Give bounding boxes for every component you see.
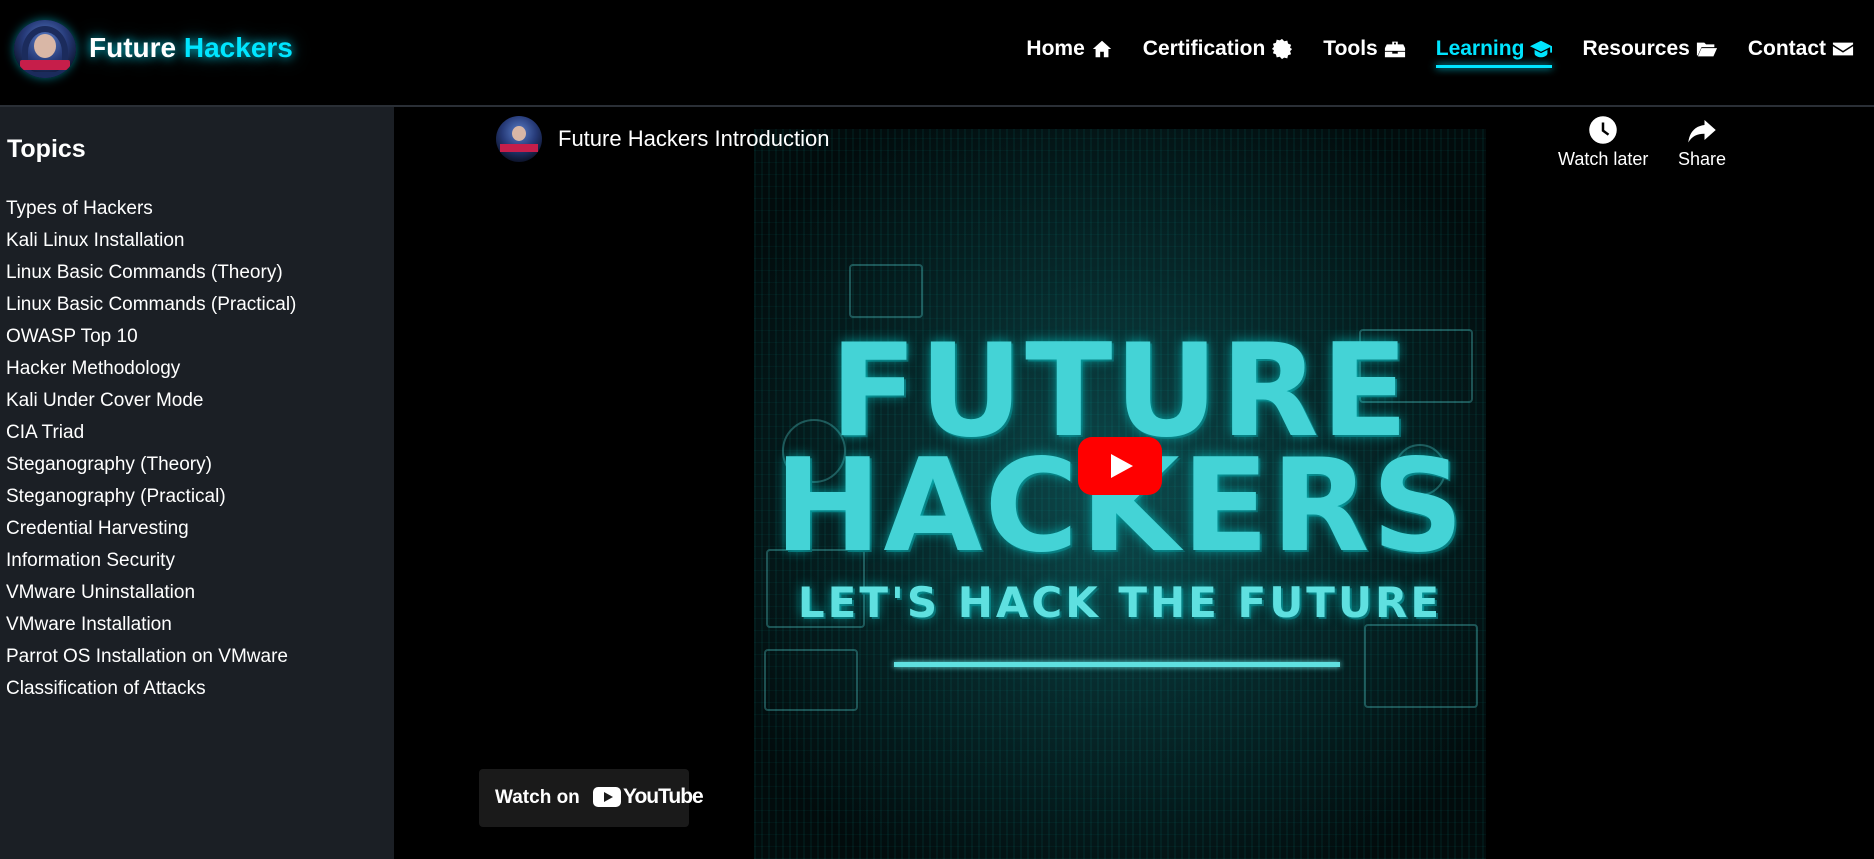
nav-home[interactable]: Home xyxy=(1026,37,1112,65)
certificate-icon xyxy=(1272,38,1293,60)
topics-list: Types of Hackers Kali Linux Installation… xyxy=(6,193,296,705)
thumbnail-rule xyxy=(894,662,1340,667)
topic-item[interactable]: CIA Triad xyxy=(6,417,296,449)
topic-item[interactable]: Credential Harvesting xyxy=(6,513,296,545)
youtube-wordmark: YouTube xyxy=(623,785,704,808)
topic-item[interactable]: Kali Linux Installation xyxy=(6,225,296,257)
home-icon xyxy=(1092,40,1111,58)
topic-item[interactable]: Classification of Attacks xyxy=(6,673,296,705)
sidebar-title: Topics xyxy=(7,135,86,163)
main-nav: Home Certification Tools Learning Resour… xyxy=(1026,37,1854,68)
share-icon xyxy=(1688,120,1716,143)
topic-item[interactable]: Linux Basic Commands (Theory) xyxy=(6,257,296,289)
share-label: Share xyxy=(1678,149,1727,169)
clock-icon xyxy=(1589,116,1617,144)
topic-item[interactable]: Information Security xyxy=(6,545,296,577)
topic-item[interactable]: Parrot OS Installation on VMware xyxy=(6,641,296,673)
watch-later-label: Watch later xyxy=(1558,149,1649,169)
watch-on-youtube-button[interactable]: Watch on YouTube xyxy=(479,769,704,827)
video-title[interactable]: Future Hackers Introduction xyxy=(558,126,829,152)
thumbnail-tagline: LET'S HACK THE FUTURE xyxy=(797,578,1443,627)
topic-item[interactable]: VMware Installation xyxy=(6,609,296,641)
nav-tools-label: Tools xyxy=(1323,37,1378,60)
topic-item[interactable]: VMware Uninstallation xyxy=(6,577,296,609)
site-brand[interactable]: Future Hackers xyxy=(89,32,293,64)
play-button[interactable] xyxy=(1078,437,1162,495)
nav-certification-label: Certification xyxy=(1142,37,1266,60)
nav-resources-label: Resources xyxy=(1582,37,1690,60)
nav-resources[interactable]: Resources xyxy=(1582,37,1717,65)
topic-item[interactable]: Types of Hackers xyxy=(6,193,296,225)
toolbox-icon xyxy=(1384,41,1405,58)
watch-on-label: Watch on xyxy=(495,787,580,808)
youtube-embed[interactable]: FUTURE HACKERS LET'S HACK THE FUTURE Fut… xyxy=(394,107,1874,859)
channel-avatar[interactable] xyxy=(496,116,542,162)
nav-contact-label: Contact xyxy=(1747,37,1826,60)
brand-word-2: Hackers xyxy=(183,32,293,63)
nav-home-label: Home xyxy=(1026,37,1085,60)
topic-item[interactable]: OWASP Top 10 xyxy=(6,321,296,353)
topic-item[interactable]: Kali Under Cover Mode xyxy=(6,385,296,417)
logo-icon[interactable] xyxy=(14,20,76,78)
topic-item[interactable]: Steganography (Theory) xyxy=(6,449,296,481)
nav-learning-label: Learning xyxy=(1435,37,1525,60)
site-header: Future Hackers Home Certification Tools … xyxy=(0,0,1874,107)
topic-item[interactable]: Linux Basic Commands (Practical) xyxy=(6,289,296,321)
topic-item[interactable]: Hacker Methodology xyxy=(6,353,296,385)
youtube-logo-icon xyxy=(593,787,621,807)
folder-open-icon xyxy=(1696,42,1717,57)
nav-tools[interactable]: Tools xyxy=(1323,37,1405,65)
nav-contact[interactable]: Contact xyxy=(1748,37,1854,65)
topic-item[interactable]: Steganography (Practical) xyxy=(6,481,296,513)
watch-later-button[interactable]: Watch later xyxy=(1558,115,1648,170)
topics-sidebar: Topics Types of Hackers Kali Linux Insta… xyxy=(0,107,394,859)
brand-word-1: Future xyxy=(89,32,177,63)
envelope-icon xyxy=(1832,42,1854,56)
nav-learning[interactable]: Learning xyxy=(1435,37,1553,68)
graduation-cap-icon xyxy=(1530,40,1553,58)
share-button[interactable]: Share xyxy=(1678,115,1726,170)
nav-certification[interactable]: Certification xyxy=(1143,37,1294,65)
